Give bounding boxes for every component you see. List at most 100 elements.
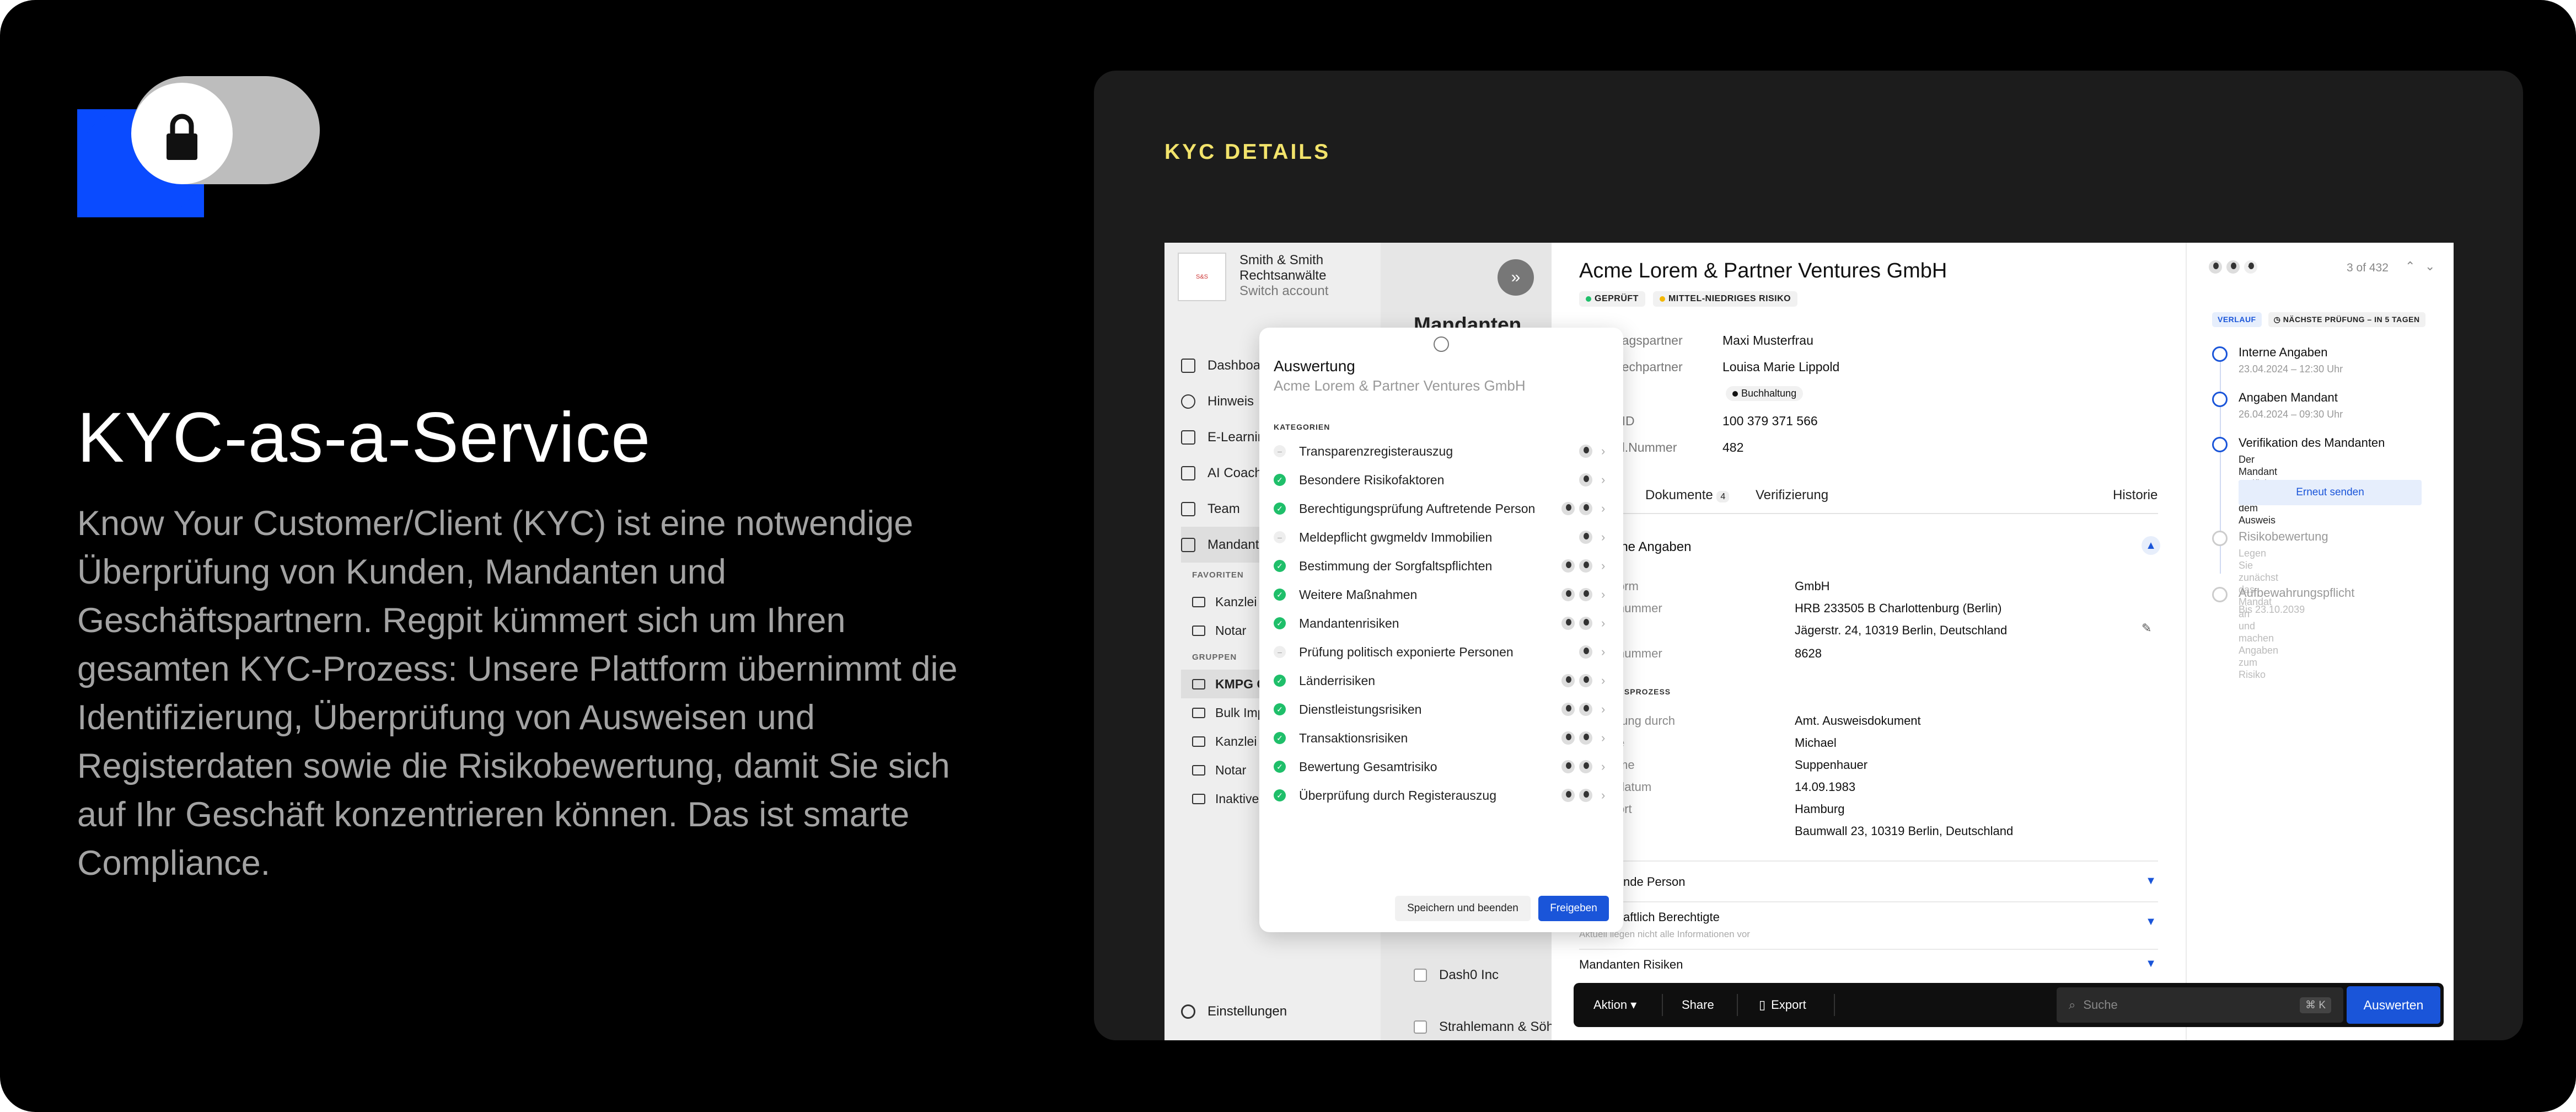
collapsed-section[interactable]: Mandanten Risiken bbox=[1579, 958, 1683, 972]
firm-logo: S&S bbox=[1178, 253, 1226, 301]
sidebar-item-label: Hinweis bbox=[1208, 393, 1254, 409]
category-row[interactable]: ✓ Mandantenrisiken › bbox=[1274, 612, 1610, 634]
search-field[interactable]: ⌕ Suche ⌘ K bbox=[2057, 987, 2343, 1023]
category-row[interactable]: ✓ Dienstleistungsrisiken › bbox=[1274, 698, 1610, 720]
folder-label: Notar bbox=[1215, 623, 1247, 638]
category-row[interactable]: ✓ Transaktionsrisiken › bbox=[1274, 727, 1610, 749]
avatar bbox=[1560, 730, 1576, 746]
drag-handle-icon[interactable] bbox=[1434, 336, 1449, 352]
active-step-icon bbox=[2212, 437, 2228, 452]
step-title: Risikobewertung bbox=[2239, 530, 2328, 543]
collapsed-section[interactable]: aftlich Berechtigte bbox=[1623, 910, 1720, 924]
collapsed-section[interactable]: nde Person bbox=[1623, 875, 1686, 889]
elearning-icon bbox=[1181, 430, 1195, 445]
firm-name: Smith & Smith Rechtsanwälte bbox=[1239, 253, 1327, 283]
avatar bbox=[1578, 587, 1593, 602]
step-title: Interne Angaben bbox=[2239, 345, 2328, 359]
resend-button[interactable]: Erneut senden bbox=[2239, 480, 2422, 505]
check-icon: ✓ bbox=[1274, 474, 1286, 486]
chevron-down-icon[interactable]: ▼ bbox=[2142, 912, 2160, 931]
evaluate-button[interactable]: Auswerten bbox=[2347, 986, 2440, 1024]
pending-icon: – bbox=[1274, 445, 1286, 457]
modal-title: Auswertung bbox=[1274, 357, 1355, 375]
ai-coach-icon bbox=[1181, 466, 1195, 480]
collapse-button[interactable]: » bbox=[1498, 259, 1534, 296]
switch-account-link[interactable]: Switch account bbox=[1239, 284, 1328, 299]
tab-verifizierung[interactable]: Verifizierung bbox=[1756, 488, 1828, 503]
modal-subtitle: Acme Lorem & Partner Ventures GmbH bbox=[1274, 377, 1526, 394]
release-button[interactable]: Freigeben bbox=[1538, 896, 1609, 921]
reviewer-avatars bbox=[1560, 587, 1593, 602]
chevron-down-icon[interactable]: ▼ bbox=[2142, 872, 2160, 890]
app-window: S&S Smith & Smith Rechtsanwälte Switch a… bbox=[1164, 243, 2454, 1040]
list-item[interactable]: Strahlemann & Söh bbox=[1414, 1019, 1554, 1035]
field-value: 100 379 371 566 bbox=[1722, 414, 1818, 428]
avatar bbox=[1560, 702, 1576, 717]
category-row[interactable]: – Prüfung politisch exponierte Personen › bbox=[1274, 641, 1610, 663]
category-row[interactable]: ✓ Besondere Risikofaktoren › bbox=[1274, 469, 1610, 491]
chevron-right-icon: › bbox=[1601, 702, 1606, 716]
category-label: Bewertung Gesamtrisiko bbox=[1299, 759, 1437, 774]
timeline-chips: VERLAUF ◷ NÄCHSTE PRÜFUNG – IN 5 TAGEN bbox=[2212, 312, 2425, 327]
pending-step-icon bbox=[2212, 587, 2228, 602]
chevron-right-icon: › bbox=[1601, 501, 1606, 515]
check-icon bbox=[2212, 392, 2228, 407]
hero-frame: KYC-as-a-Service Know Your Customer/Clie… bbox=[0, 0, 2576, 1112]
category-label: Meldepflicht gwgmeldv Immobilien bbox=[1299, 530, 1493, 544]
address-field[interactable]: Jägerstr. 24, 10319 Berlin, Deutschland bbox=[1795, 623, 2007, 638]
settings-link[interactable]: Einstellungen bbox=[1181, 1004, 1287, 1019]
tab-historie[interactable]: Historie bbox=[2113, 488, 2158, 503]
hero-body: Know Your Customer/Client (KYC) ist eine… bbox=[77, 504, 958, 883]
category-label: Besondere Risikofaktoren bbox=[1299, 472, 1445, 487]
avatar bbox=[1560, 788, 1576, 803]
record-pager: 3 of 432 bbox=[2347, 261, 2389, 274]
status-badge: GEPRÜFT bbox=[1579, 291, 1645, 307]
assignee-avatars[interactable]: + bbox=[2208, 259, 2258, 275]
account-switcher[interactable]: S&S Smith & Smith Rechtsanwälte Switch a… bbox=[1178, 253, 1328, 301]
save-and-close-button[interactable]: Speichern und beenden bbox=[1395, 896, 1531, 921]
action-menu-button[interactable]: Aktion ▾ bbox=[1593, 983, 1636, 1027]
risk-badge: MITTEL-NIEDRIGES RISIKO bbox=[1652, 291, 1798, 307]
search-input[interactable]: Suche bbox=[2083, 998, 2117, 1012]
category-row[interactable]: ✓ Berechtigungsprüfung Auftretende Person… bbox=[1274, 498, 1610, 520]
divider bbox=[1579, 860, 2158, 862]
avatar bbox=[1560, 759, 1576, 774]
folder-icon bbox=[1192, 736, 1205, 747]
history-chip[interactable]: VERLAUF bbox=[2212, 312, 2262, 327]
check-icon: ✓ bbox=[1274, 761, 1286, 773]
edit-icon[interactable]: ✎ bbox=[2142, 621, 2151, 635]
bottom-toolbar: Aktion ▾ Share ▯ Export ⌕ Suche ⌘ K Auswe… bbox=[1574, 983, 2444, 1027]
reviewer-avatars bbox=[1578, 644, 1593, 660]
chevron-up-icon[interactable]: ▲ bbox=[2142, 536, 2160, 555]
chevron-down-icon[interactable]: ⌄ bbox=[2425, 259, 2435, 274]
category-label: Transparenzregisterauszug bbox=[1299, 443, 1453, 458]
chevron-up-icon[interactable]: ⌃ bbox=[2405, 259, 2415, 274]
row-checkbox[interactable] bbox=[1414, 969, 1427, 982]
timeline-panel: + 3 of 432 ⌃ ⌄ VERLAUF ◷ NÄCHSTE PRÜFUNG… bbox=[2186, 243, 2454, 1040]
category-label: Berechtigungsprüfung Auftretende Person bbox=[1299, 501, 1536, 516]
row-checkbox[interactable] bbox=[1414, 1020, 1427, 1034]
category-row[interactable]: ✓ Länderrisiken › bbox=[1274, 670, 1610, 692]
category-row[interactable]: ✓ Überprüfung durch Registerauszug › bbox=[1274, 784, 1610, 806]
status-badges: GEPRÜFT MITTEL-NIEDRIGES RISIKO bbox=[1579, 291, 1798, 307]
tab-dokumente[interactable]: Dokumente 4 bbox=[1645, 488, 1730, 503]
export-button[interactable]: ▯ Export bbox=[1759, 983, 1806, 1027]
chevron-right-icon: › bbox=[1601, 788, 1606, 802]
check-icon bbox=[2212, 346, 2228, 362]
category-row[interactable]: – Transparenzregisterauszug › bbox=[1274, 440, 1610, 462]
list-item-label: Dash0 Inc bbox=[1439, 967, 1499, 982]
chevron-down-icon[interactable]: ▼ bbox=[2142, 954, 2160, 973]
category-row[interactable]: ✓ Bewertung Gesamtrisiko › bbox=[1274, 756, 1610, 778]
category-row[interactable]: ✓ Bestimmung der Sorgfaltspflichten › bbox=[1274, 555, 1610, 577]
category-row[interactable]: ✓ Weitere Maßnahmen › bbox=[1274, 584, 1610, 606]
sidebar-item-label: Dashboa bbox=[1208, 357, 1261, 373]
field-value: HRB 233505 B Charlottenburg (Berlin) bbox=[1795, 601, 2002, 615]
tag-label: Buchhaltung bbox=[1741, 388, 1797, 399]
add-assignee-icon[interactable]: + bbox=[2243, 259, 2258, 275]
share-button[interactable]: Share bbox=[1682, 983, 1714, 1027]
team-icon bbox=[1181, 501, 1195, 516]
list-item[interactable]: Dash0 Inc bbox=[1414, 967, 1499, 983]
chevron-right-icon: › bbox=[1601, 731, 1606, 745]
check-icon: ✓ bbox=[1274, 703, 1286, 715]
category-row[interactable]: – Meldepflicht gwgmeldv Immobilien › bbox=[1274, 526, 1610, 548]
